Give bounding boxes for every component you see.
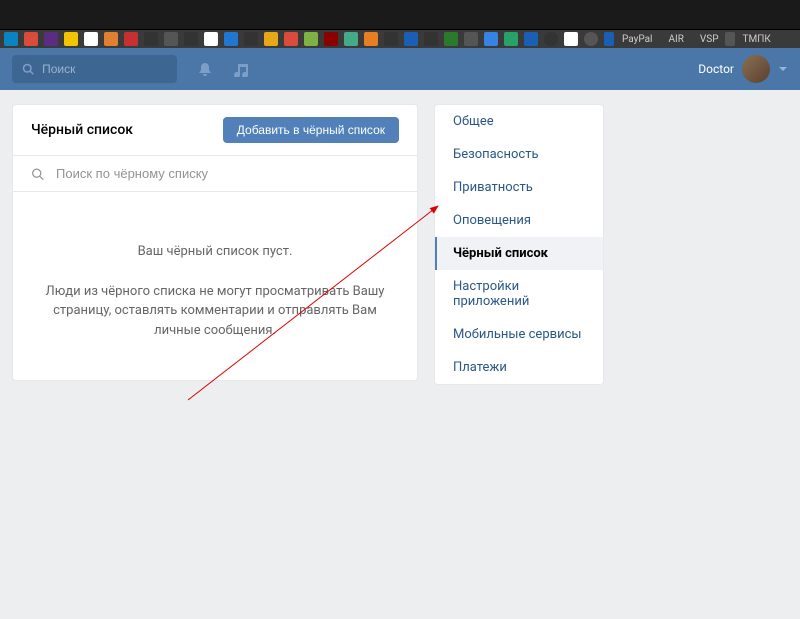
bookmark-icon[interactable] (164, 32, 178, 46)
bookmark-text[interactable]: VSP (700, 34, 719, 45)
username-label[interactable]: Doctor (698, 62, 734, 76)
chevron-down-icon[interactable] (778, 64, 788, 74)
bookmark-text[interactable]: PayPal (622, 34, 652, 45)
blacklist-search-input[interactable] (56, 166, 399, 181)
avatar[interactable] (742, 55, 770, 83)
bookmark-icon[interactable] (184, 32, 198, 46)
sidebar-item[interactable]: Настройки приложений (435, 270, 603, 318)
sidebar-item[interactable]: Мобильные сервисы (435, 318, 603, 351)
sidebar-item[interactable]: Платежи (435, 351, 603, 384)
browser-titlebar (0, 0, 800, 30)
bookmark-text[interactable]: AIR (668, 34, 683, 45)
bookmark-icon[interactable] (384, 32, 398, 46)
bookmark-icon[interactable] (524, 32, 538, 46)
bookmark-icon[interactable] (244, 32, 258, 46)
page-title: Чёрный список (31, 122, 133, 138)
bookmark-icon[interactable] (4, 32, 18, 46)
sidebar-item[interactable]: Чёрный список (435, 237, 603, 270)
bookmark-icon[interactable] (604, 32, 614, 46)
bookmark-icon[interactable] (364, 32, 378, 46)
bookmark-icon[interactable] (484, 32, 498, 46)
bookmark-icon[interactable] (124, 32, 138, 46)
bookmark-icon[interactable] (144, 32, 158, 46)
bookmark-icon[interactable] (304, 32, 318, 46)
bookmark-icon[interactable] (264, 32, 278, 46)
bookmark-icon[interactable] (104, 32, 118, 46)
bookmark-icon[interactable] (344, 32, 358, 46)
sidebar-item[interactable]: Общее (435, 105, 603, 138)
bookmark-icon[interactable] (504, 32, 518, 46)
bookmark-icon[interactable] (544, 32, 558, 46)
bookmark-icon[interactable] (424, 32, 438, 46)
bookmark-icon[interactable] (24, 32, 38, 46)
sidebar-item[interactable]: Безопасность (435, 138, 603, 171)
empty-state-description: Люди из чёрного списка не могут просматр… (43, 282, 387, 341)
sidebar-item[interactable]: Оповещения (435, 204, 603, 237)
bookmark-icon[interactable] (564, 32, 578, 46)
bookmark-icon[interactable] (324, 32, 338, 46)
sidebar-item[interactable]: Приватность (435, 171, 603, 204)
bookmark-icon[interactable] (84, 32, 98, 46)
bookmark-icon[interactable] (725, 32, 735, 46)
bookmark-icon[interactable] (204, 32, 218, 46)
search-icon (22, 62, 34, 76)
bookmark-icon[interactable] (224, 32, 238, 46)
music-icon[interactable] (233, 61, 249, 77)
bookmark-text[interactable]: ТМПК (743, 34, 771, 45)
browser-bookmarks-bar: PayPal AIR VSP ТМПК (0, 30, 800, 48)
bookmark-icon[interactable] (404, 32, 418, 46)
app-header: Doctor (0, 48, 800, 90)
add-to-blacklist-button[interactable]: Добавить в чёрный список (223, 117, 399, 143)
blacklist-panel: Чёрный список Добавить в чёрный список В… (12, 104, 418, 381)
bookmark-icon[interactable] (44, 32, 58, 46)
bookmark-icon[interactable] (284, 32, 298, 46)
bookmark-icon[interactable] (584, 32, 598, 46)
global-search-input[interactable] (42, 62, 167, 76)
bookmark-icon[interactable] (464, 32, 478, 46)
global-search[interactable] (12, 55, 177, 83)
bookmark-icon[interactable] (444, 32, 458, 46)
search-icon (31, 167, 44, 181)
bookmark-icon[interactable] (64, 32, 78, 46)
settings-sidebar: ОбщееБезопасностьПриватностьОповещенияЧё… (434, 104, 604, 385)
notifications-icon[interactable] (197, 61, 213, 77)
empty-state-title: Ваш чёрный список пуст. (43, 242, 387, 262)
